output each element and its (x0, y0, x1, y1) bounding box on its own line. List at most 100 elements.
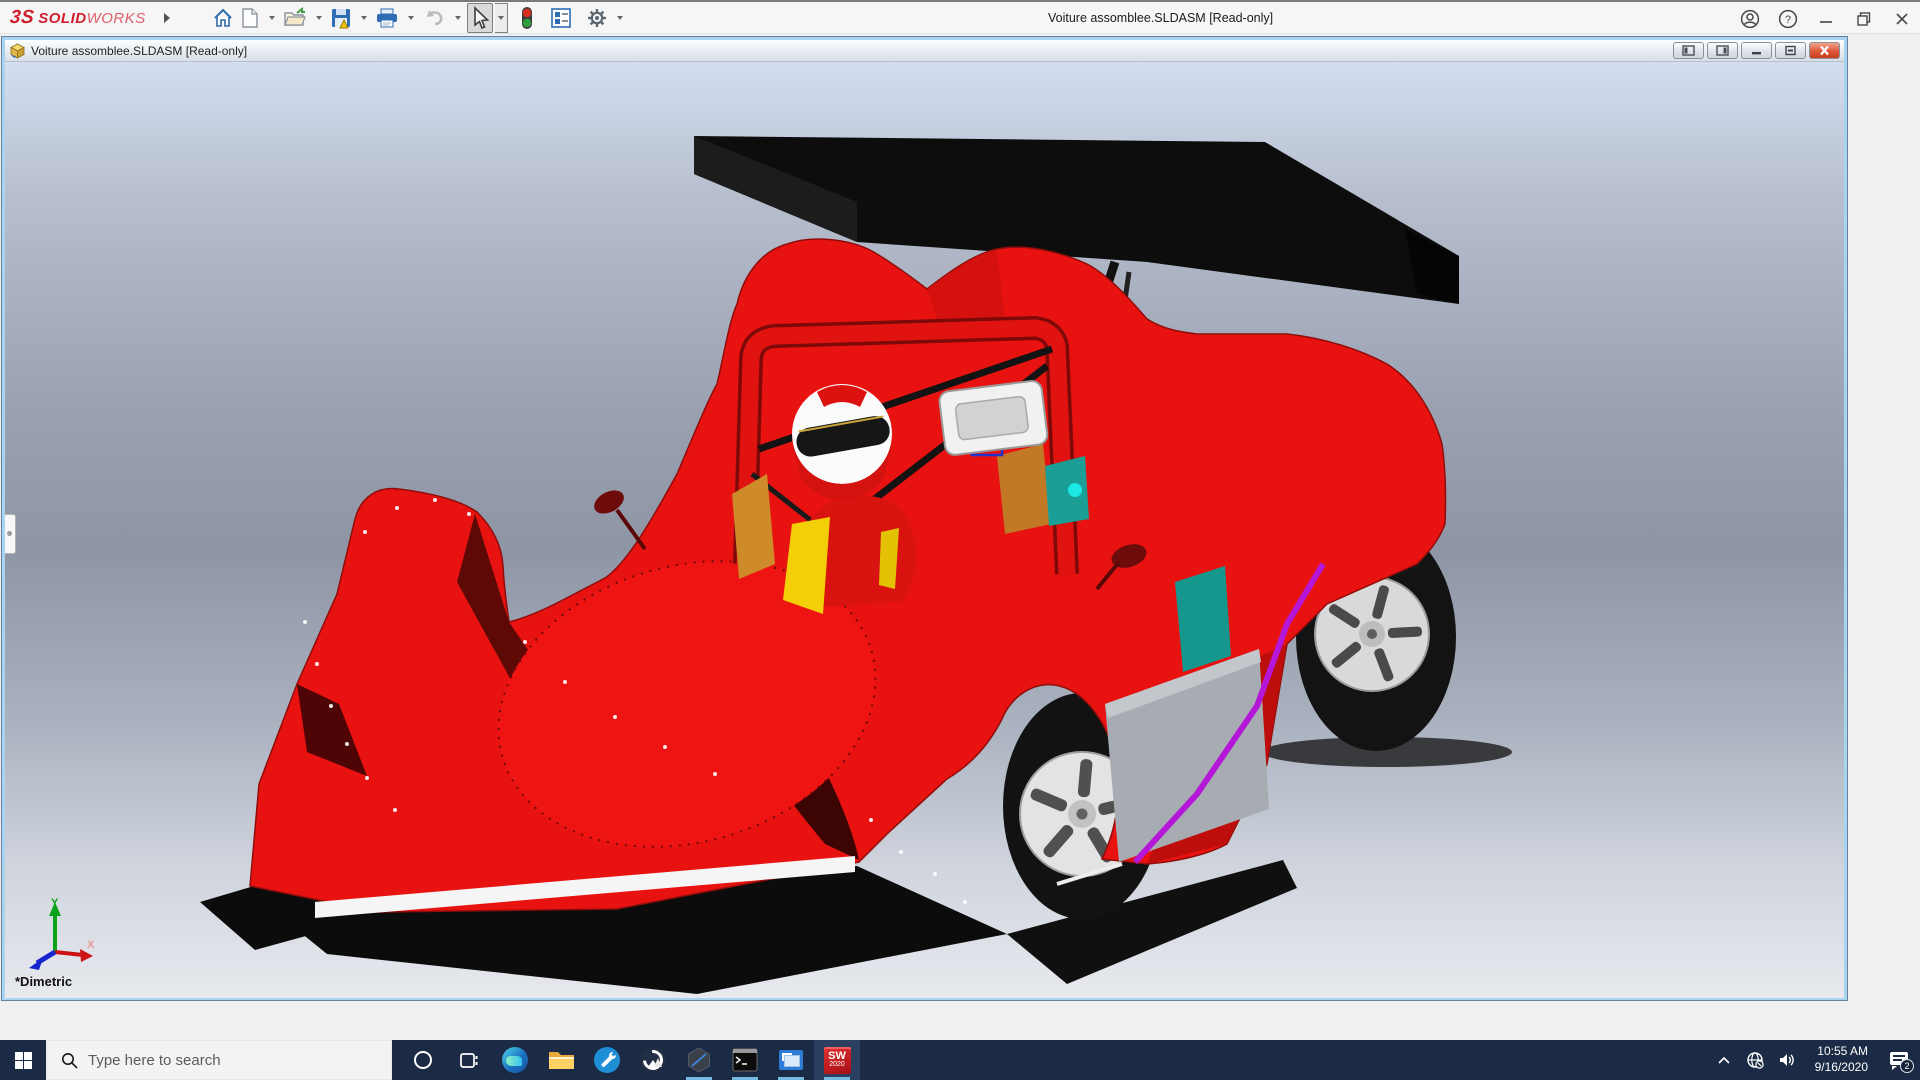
new-dropdown-caret[interactable] (268, 15, 275, 20)
feature-pane-collapsed-tab[interactable] (5, 514, 16, 554)
remote-button[interactable] (768, 1040, 814, 1080)
solidworks-taskbar-button[interactable]: SW 2020 (814, 1040, 860, 1080)
rebuild-button[interactable] (518, 3, 536, 33)
print-dropdown-caret[interactable] (407, 15, 414, 20)
doc-restore-button[interactable] (1775, 42, 1806, 59)
help-button[interactable]: ? (1776, 7, 1800, 31)
network-button[interactable] (1739, 1040, 1771, 1080)
action-center-icon: 2 (1890, 1052, 1914, 1073)
doc-close-button[interactable] (1809, 42, 1840, 59)
minimize-icon (1820, 21, 1832, 23)
select-tool-button[interactable] (466, 2, 493, 33)
tools-button[interactable] (584, 1040, 630, 1080)
gear-icon (587, 8, 606, 27)
menu-flyout-arrow-icon[interactable] (163, 12, 170, 23)
graphics-viewport[interactable]: Y X *Dimetric (5, 62, 1844, 998)
search-input[interactable] (88, 1051, 358, 1069)
edge-button[interactable] (492, 1040, 538, 1080)
client-area: Voiture assomblee.SLDASM [Read-only] Y X… (0, 34, 1920, 1040)
save-dropdown-caret[interactable] (360, 15, 367, 20)
hex-app-button[interactable] (676, 1040, 722, 1080)
cortana-icon (414, 1051, 432, 1069)
windows-taskbar: SW 2020 10:55 AM 9/16/2020 (0, 1040, 1920, 1080)
traffic-light-icon (521, 6, 532, 29)
volume-button[interactable] (1771, 1040, 1803, 1080)
clock-date: 9/16/2020 (1814, 1060, 1868, 1074)
start-button[interactable] (0, 1040, 46, 1080)
photos-icon (640, 1047, 666, 1073)
caret-icon (497, 15, 504, 20)
save-button[interactable] (328, 4, 354, 32)
doc-close-icon (1820, 45, 1829, 56)
pane-left-icon (1682, 45, 1695, 56)
restore-icon (1857, 12, 1871, 26)
doc-minimize-button[interactable] (1741, 42, 1772, 59)
app-titlebar: 3S SOLID WORKS Voiture assomblee.SLDASM … (0, 0, 1920, 34)
doc-restore-icon (1785, 45, 1796, 56)
wrench-icon (594, 1047, 620, 1073)
edge-icon (502, 1047, 528, 1073)
triad-y-label: Y (51, 897, 59, 909)
hexagon-icon (688, 1047, 710, 1073)
account-button[interactable] (1738, 7, 1762, 31)
cmd-button[interactable] (722, 1040, 768, 1080)
task-view-button[interactable] (446, 1040, 492, 1080)
document-title: Voiture assomblee.SLDASM [Read-only] (31, 43, 248, 58)
open-folder-icon (283, 6, 306, 26)
new-document-button[interactable] (238, 4, 262, 32)
restore-button[interactable] (1852, 7, 1876, 31)
home-button[interactable] (210, 4, 236, 32)
search-icon (62, 1052, 78, 1069)
file-properties-icon (550, 7, 571, 28)
app-title: Voiture assomblee.SLDASM [Read-only] (1048, 11, 1274, 25)
chevron-up-icon (1718, 1056, 1730, 1064)
pane-right-button[interactable] (1707, 42, 1738, 59)
solidworks-logo: 3S SOLID WORKS (8, 6, 146, 28)
tab-grip-dot (7, 531, 12, 536)
logo-mark: 3S (8, 6, 36, 28)
file-explorer-button[interactable] (538, 1040, 584, 1080)
undo-icon (426, 9, 443, 25)
action-center-button[interactable]: 2 (1878, 1040, 1920, 1080)
minimize-button[interactable] (1814, 7, 1838, 31)
undo-dropdown-caret[interactable] (454, 15, 461, 20)
taskbar-search[interactable] (46, 1040, 392, 1080)
solidworks-app: 3S SOLID WORKS Voiture assomblee.SLDASM … (0, 0, 1920, 1080)
new-document-icon (242, 7, 258, 28)
home-icon (214, 8, 232, 27)
close-button[interactable] (1890, 7, 1914, 31)
photos-button[interactable] (630, 1040, 676, 1080)
system-tray: 10:55 AM 9/16/2020 2 (1709, 1040, 1920, 1080)
sw-icon-text: SW (828, 1050, 846, 1062)
hidden-icons-button[interactable] (1709, 1040, 1739, 1080)
solidworks-2020-icon: SW 2020 (823, 1046, 851, 1074)
view-orientation-label: *Dimetric (15, 974, 73, 989)
cortana-button[interactable] (400, 1040, 446, 1080)
speaker-icon (1779, 1054, 1794, 1066)
remote-desktop-icon (779, 1050, 803, 1070)
taskbar-clock[interactable]: 10:55 AM 9/16/2020 (1815, 1044, 1868, 1075)
sw-icon-year: 2020 (829, 1061, 845, 1068)
account-icon (1740, 9, 1760, 29)
file-explorer-icon (548, 1052, 574, 1069)
notification-badge: 2 (1900, 1059, 1914, 1073)
quick-toolbar (210, 2, 627, 33)
open-dropdown-caret[interactable] (315, 15, 322, 20)
triad-x-label: X (87, 939, 95, 951)
race-car-model (200, 136, 1512, 994)
help-icon: ? (1778, 9, 1798, 29)
orientation-triad: Y X (29, 897, 95, 970)
app-window-controls: ? (1738, 2, 1914, 36)
print-button[interactable] (373, 4, 401, 32)
select-dropdown-caret[interactable] (494, 2, 508, 33)
document-window-controls (1673, 42, 1840, 59)
file-properties-button[interactable] (548, 4, 574, 32)
document-titlebar[interactable]: Voiture assomblee.SLDASM [Read-only] (5, 40, 1844, 62)
options-button[interactable] (584, 4, 610, 32)
options-dropdown-caret[interactable] (616, 15, 623, 20)
select-cursor-icon (473, 5, 490, 29)
assembly-icon (10, 43, 25, 59)
undo-button[interactable] (420, 4, 448, 32)
open-button[interactable] (281, 4, 309, 32)
pane-left-button[interactable] (1673, 42, 1704, 59)
